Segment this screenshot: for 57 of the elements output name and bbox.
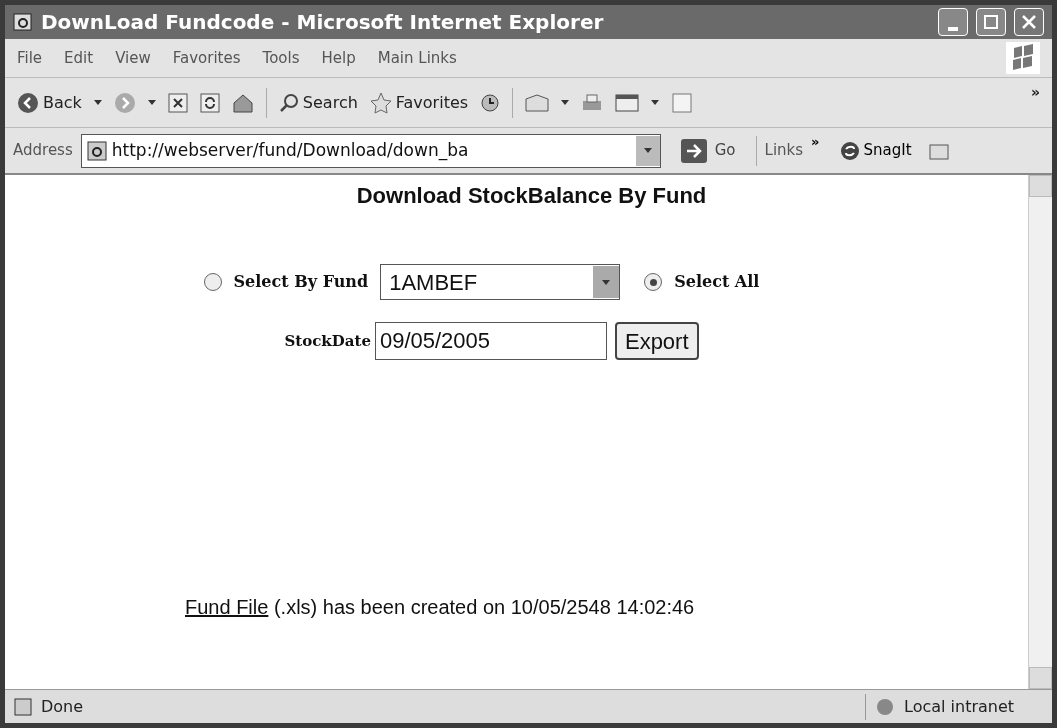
address-label: Address bbox=[13, 140, 73, 162]
go-button[interactable]: Go bbox=[680, 138, 736, 163]
search-icon bbox=[278, 92, 299, 113]
status-message: Fund File (.xls) has been created on 10/05/2548 14:02:46 bbox=[185, 595, 695, 620]
zone-text: Local intranet bbox=[904, 695, 1016, 718]
menu-item[interactable]: Edit bbox=[64, 46, 94, 70]
search-button[interactable]: Search bbox=[278, 90, 358, 115]
caret-icon bbox=[651, 100, 660, 105]
close-button[interactable] bbox=[1014, 8, 1044, 36]
address-field[interactable]: http://webserver/fund/Download/down_ba bbox=[80, 133, 661, 168]
maximize-button[interactable] bbox=[976, 8, 1006, 36]
page-heading: Download StockBalance By Fund bbox=[356, 182, 707, 210]
menu-item[interactable]: Tools bbox=[262, 46, 300, 70]
radio-label: Select All bbox=[674, 271, 760, 293]
page-icon bbox=[13, 696, 33, 717]
export-button[interactable]: Export bbox=[614, 322, 699, 360]
menu-item[interactable]: File bbox=[17, 46, 43, 70]
caret-icon bbox=[93, 100, 102, 105]
close-icon bbox=[1022, 15, 1036, 29]
caret-icon bbox=[561, 100, 570, 105]
stop-icon[interactable] bbox=[167, 92, 188, 113]
history-icon[interactable] bbox=[480, 92, 501, 113]
more-chevron[interactable]: » bbox=[1030, 82, 1040, 103]
radio-button[interactable] bbox=[203, 273, 222, 291]
home-icon[interactable] bbox=[231, 92, 254, 113]
caret-icon bbox=[147, 100, 156, 105]
stock-date-field[interactable]: 09/05/2005 bbox=[374, 322, 607, 360]
page-icon bbox=[85, 139, 108, 162]
minimize-button[interactable] bbox=[938, 8, 968, 36]
star-icon bbox=[369, 91, 392, 114]
address-url: http://webserver/fund/Download/down_ba bbox=[111, 138, 470, 163]
printer-icon[interactable] bbox=[581, 92, 604, 113]
caret-icon bbox=[643, 148, 652, 153]
menu-item[interactable]: View bbox=[115, 46, 151, 70]
refresh-icon[interactable] bbox=[199, 92, 220, 113]
menu-item[interactable]: Help bbox=[321, 46, 356, 70]
snagit-button[interactable]: SnagIt bbox=[839, 139, 912, 162]
status-text: Done bbox=[41, 695, 85, 718]
dropdown-button[interactable] bbox=[635, 135, 660, 166]
maximize-icon bbox=[984, 15, 998, 29]
windows-logo-icon bbox=[1006, 42, 1040, 74]
links-chevron[interactable]: » bbox=[811, 132, 820, 152]
radio-button[interactable] bbox=[644, 273, 663, 291]
fund-select[interactable]: 1AMBEF bbox=[380, 264, 621, 300]
favorites-button[interactable]: Favorites bbox=[369, 90, 469, 115]
menu-item[interactable]: Main Links bbox=[377, 46, 457, 70]
stock-date-label: StockDate bbox=[284, 330, 371, 352]
window-title: DownLoad Fundcode - Microsoft Internet Explorer bbox=[41, 9, 605, 36]
caret-icon bbox=[602, 279, 611, 285]
menu-item[interactable]: Favorites bbox=[172, 46, 241, 70]
minimize-icon bbox=[948, 27, 958, 31]
links-label[interactable]: Links bbox=[764, 139, 804, 162]
browser-icon bbox=[13, 12, 33, 32]
fund-value: 1AMBEF bbox=[389, 268, 479, 297]
back-button[interactable]: Back bbox=[17, 90, 82, 115]
radio-label: Select By Fund bbox=[233, 271, 369, 293]
fund-file-link[interactable]: Fund File bbox=[185, 596, 269, 618]
